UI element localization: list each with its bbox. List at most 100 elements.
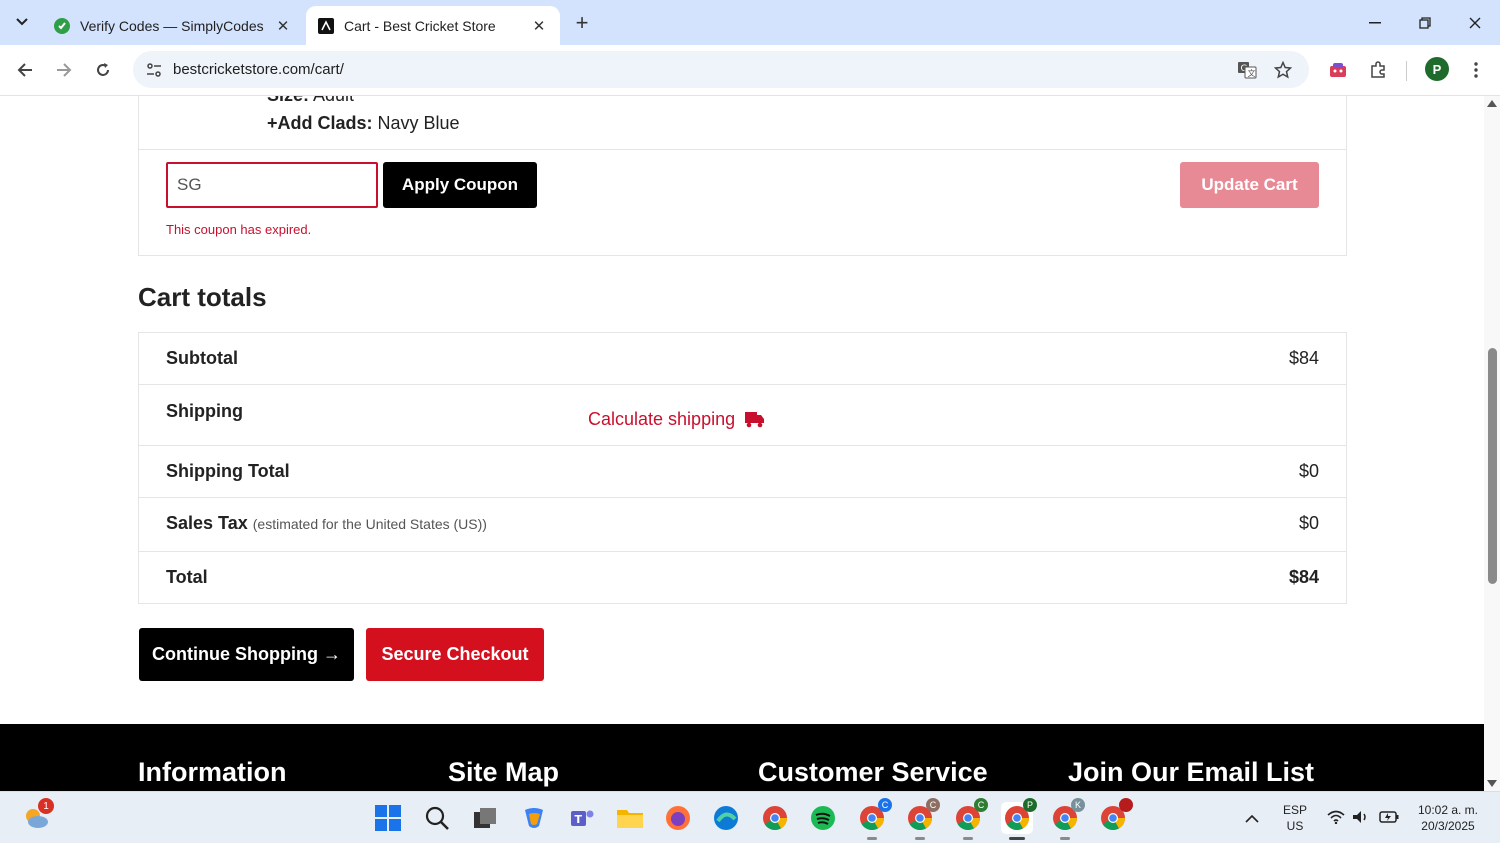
translate-icon[interactable]: G文 [1236,59,1258,81]
edge-icon[interactable] [710,802,742,834]
file-explorer-icon[interactable] [614,802,646,834]
search-icon[interactable] [421,802,453,834]
subtotal-label: Subtotal [166,348,238,368]
running-indicator [963,837,973,840]
chrome-profile-badge: K [1071,798,1085,812]
chrome-profile-photo-badge [1119,798,1133,812]
cart-page: Size: Adult +Add Clads: Navy Blue Apply … [0,96,1484,791]
new-tab-icon[interactable]: + [568,9,596,37]
scroll-thumb[interactable] [1488,348,1497,584]
tab-title: Verify Codes — SimplyCodes [80,17,264,34]
extensions-puzzle-icon[interactable] [1365,57,1391,83]
address-bar[interactable]: bestcricketstore.com/cart/ G文 [133,51,1309,88]
svg-text:文: 文 [1248,68,1256,78]
secure-checkout-button[interactable]: Secure Checkout [366,628,544,681]
size-label: Size: [267,96,309,105]
chrome-profile-c2-icon[interactable]: C [904,798,940,840]
coupon-code-input[interactable] [166,162,378,208]
close-tab-icon[interactable]: ✕ [530,17,548,35]
chevron-down-icon [16,18,28,26]
spotify-icon[interactable] [807,802,839,834]
subtotal-value: $84 [1288,348,1319,368]
tab-simplycodes[interactable]: Verify Codes — SimplyCodes ✕ [42,6,304,45]
apply-coupon-button[interactable]: Apply Coupon [383,162,537,208]
shipping-total-value: $0 [1298,461,1319,481]
more-menu-icon[interactable] [1463,57,1489,83]
windows-taskbar: 1 T C C C P K ESP US 10:02 a. m. 20/3/20… [0,791,1500,843]
svg-text:T: T [575,813,583,826]
chrome-profile-k-icon[interactable]: K [1049,798,1085,840]
total-value: $84 [1288,567,1319,587]
reload-icon[interactable] [88,55,118,85]
running-indicator [1060,837,1070,840]
update-cart-button[interactable]: Update Cart [1180,162,1319,208]
clock-date: 20/3/2025 [1421,819,1475,833]
windows-start-icon[interactable] [372,802,404,834]
site-info-icon[interactable] [137,62,171,78]
input-language[interactable]: ESP US [1278,802,1312,834]
footer-heading-information: Information [138,757,287,787]
sales-tax-label: Sales Tax (estimated for the United Stat… [166,513,487,534]
chrome-profile-c-icon[interactable]: C [856,798,892,840]
weather-widget-icon[interactable]: 1 [20,798,54,834]
item-size-line: Size: Adult [267,96,354,106]
divider [139,149,1346,150]
total-row: Total $84 [139,552,1346,603]
clads-label: +Add Clads: [267,113,373,133]
show-hidden-icons-icon[interactable] [1245,810,1259,827]
restore-icon[interactable] [1400,0,1450,45]
toolbar-divider [1406,61,1407,81]
copilot-icon[interactable] [518,802,550,834]
battery-icon[interactable] [1379,810,1399,828]
running-indicator [867,837,877,840]
page-scrollbar[interactable] [1484,96,1500,791]
wifi-icon[interactable] [1327,810,1345,828]
minimize-icon[interactable] [1350,0,1400,45]
url-text: bestcricketstore.com/cart/ [173,61,344,78]
chrome-profile-p-icon[interactable]: P [1001,798,1037,840]
shipping-total-label: Shipping Total [166,461,290,481]
language-code: ESP [1282,803,1307,817]
profile-avatar[interactable]: P [1425,57,1449,81]
extension-icon[interactable] [1325,57,1351,83]
forward-arrow-icon[interactable] [49,55,79,85]
tab-search-button[interactable] [6,7,38,37]
footer-heading-email-list: Join Our Email List [1068,757,1315,787]
scroll-down-arrow-icon[interactable] [1487,780,1497,787]
calculate-shipping-text: Calculate shipping [588,409,736,429]
keyboard-region: US [1286,819,1304,833]
sales-tax-value: $0 [1298,513,1319,533]
chrome-profile-avatar-icon[interactable] [1097,798,1133,834]
bookmark-star-icon[interactable] [1272,59,1294,81]
chrome-icon[interactable] [759,802,791,834]
chrome-profile-badge: C [926,798,940,812]
sales-tax-note: (estimated for the United States (US)) [252,516,487,532]
size-value: Adult [313,96,354,105]
chrome-profile-badge: C [974,798,988,812]
shipping-total-row: Shipping Total $0 [139,446,1346,498]
clads-value: Navy Blue [377,113,460,133]
continue-shopping-button[interactable]: Continue Shopping → [139,628,354,681]
calculate-shipping-link[interactable]: Calculate shipping [588,409,765,430]
tab-title: Cart - Best Cricket Store [344,17,496,34]
sales-tax-row: Sales Tax (estimated for the United Stat… [139,498,1346,552]
tab-strip: Verify Codes — SimplyCodes ✕ Cart - Best… [0,0,1500,45]
simplycodes-favicon-icon [54,17,70,34]
close-window-icon[interactable] [1450,0,1500,45]
chrome-profile-c3-icon[interactable]: C [952,798,988,840]
browser-toolbar: bestcricketstore.com/cart/ G文 P [0,45,1500,96]
clock[interactable]: 10:02 a. m. 20/3/2025 [1408,802,1488,834]
back-arrow-icon[interactable] [10,55,40,85]
teams-icon[interactable]: T [566,802,598,834]
scroll-up-arrow-icon[interactable] [1487,100,1497,107]
truck-icon [745,411,765,428]
firefox-icon[interactable] [662,802,694,834]
shipping-row: Shipping Calculate shipping [139,385,1346,446]
tab-best-cricket-store[interactable]: Cart - Best Cricket Store ✕ [306,6,560,45]
volume-icon[interactable] [1352,810,1370,828]
site-footer: Information Site Map Customer Service Jo… [0,724,1484,791]
best-cricket-store-favicon-icon [318,17,334,34]
task-view-icon[interactable] [469,802,501,834]
close-tab-icon[interactable]: ✕ [274,17,292,35]
footer-heading-site-map: Site Map [448,757,560,787]
